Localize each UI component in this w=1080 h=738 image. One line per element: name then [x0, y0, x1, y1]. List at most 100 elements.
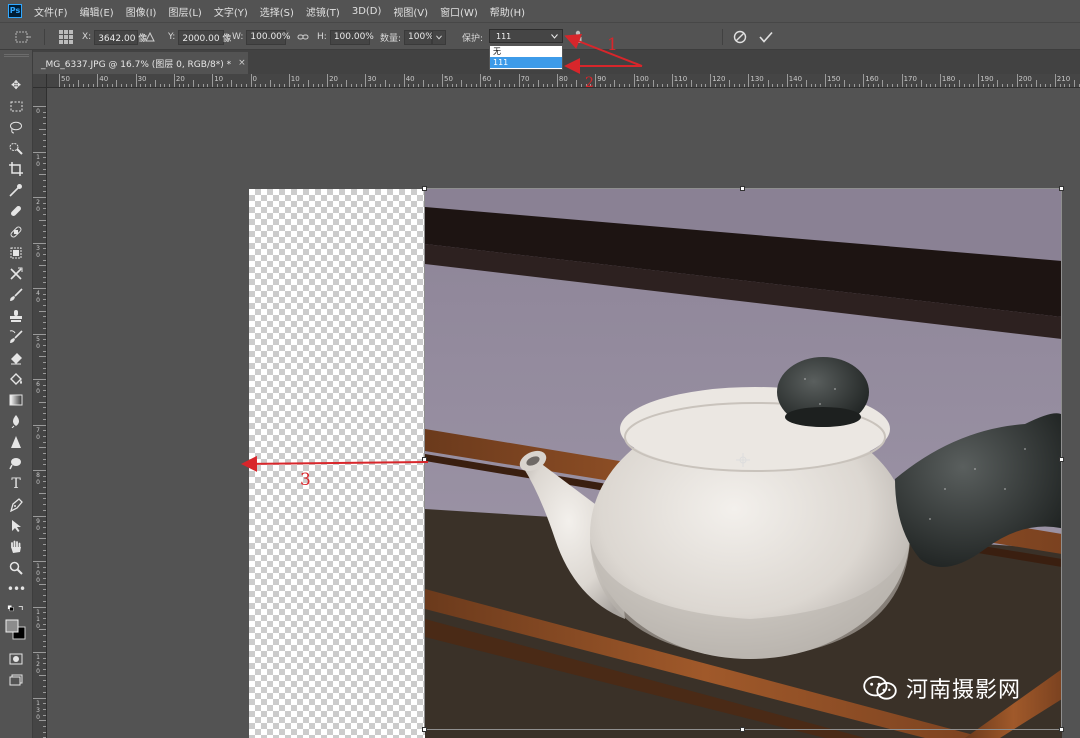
pen-icon[interactable] [7, 496, 25, 514]
document-canvas[interactable] [249, 189, 1062, 738]
commit-transform-button[interactable] [758, 29, 774, 45]
ps-logo-icon[interactable]: Ps [8, 4, 22, 18]
ruler-label: 120 [712, 75, 726, 83]
move-icon[interactable]: ✥ [7, 76, 25, 94]
menu-type[interactable]: 文字(Y) [214, 4, 248, 19]
menu-help[interactable]: 帮助(H) [490, 4, 525, 19]
healing-brush-icon[interactable] [7, 202, 25, 220]
ruler-minor-tick [432, 84, 434, 87]
menu-layer[interactable]: 图层(L) [168, 4, 201, 19]
path-select-icon[interactable] [7, 517, 25, 535]
menu-filter[interactable]: 滤镜(T) [306, 4, 340, 19]
toolbar-grip[interactable] [4, 54, 29, 57]
dodge-icon[interactable] [7, 454, 25, 472]
red-eye-icon[interactable] [7, 265, 25, 283]
sharpen-icon[interactable] [7, 433, 25, 451]
reference-point-locator[interactable] [58, 29, 74, 45]
horizontal-ruler[interactable]: 50 40 30 20 10 0 10 20 30 40 50 60 70 80 90 100 110 120 13… [47, 74, 1080, 88]
history-brush-icon[interactable] [7, 328, 25, 346]
document-tab[interactable]: _MG_6337.JPG @ 16.7% (图层 0, RGB/8*) * × [33, 52, 248, 74]
ruler-minor-tick [892, 84, 894, 87]
amount-dropdown-button[interactable] [432, 29, 447, 45]
swap-colors-icon[interactable] [7, 601, 25, 619]
ruler-tick [825, 74, 826, 87]
transform-handle-bottom-left[interactable] [422, 727, 427, 732]
content-aware-move-icon[interactable] [7, 244, 25, 262]
cancel-transform-button[interactable] [733, 29, 747, 45]
tool-preset-picker[interactable] [14, 29, 32, 45]
hand-icon[interactable] [7, 538, 25, 556]
w-field[interactable]: 100.00% [246, 29, 290, 45]
amount-field[interactable]: 100% [404, 29, 434, 45]
paint-bucket-icon[interactable] [7, 370, 25, 388]
ruler-minor-tick [336, 84, 338, 87]
ruler-minor-tick [255, 84, 257, 87]
ruler-minor-tick [604, 84, 606, 87]
ruler-label: 10 [36, 153, 40, 168]
protect-option-none[interactable]: 无 [490, 46, 562, 57]
y-field[interactable]: 2000.00 像 [178, 29, 231, 45]
transform-handle-bottom[interactable] [740, 727, 745, 732]
blur-icon[interactable] [7, 412, 25, 430]
brush-icon[interactable] [7, 286, 25, 304]
ruler-minor-tick [437, 84, 439, 87]
ruler-minor-tick [427, 84, 429, 87]
color-swatches[interactable] [4, 618, 28, 642]
ruler-tick [288, 74, 290, 87]
ruler-minor-tick [43, 344, 46, 346]
transform-handle-left[interactable] [422, 457, 427, 462]
ruler-minor-tick [915, 84, 917, 87]
h-field[interactable]: 100.00% [329, 29, 374, 45]
patch-icon[interactable] [7, 223, 25, 241]
transform-handle-top-left[interactable] [422, 186, 427, 191]
menu-file[interactable]: 文件(F) [34, 4, 68, 19]
ruler-tick [33, 606, 46, 608]
canvas-workspace[interactable] [48, 89, 1080, 738]
ruler-minor-tick [1059, 84, 1061, 87]
ruler-minor-tick [561, 84, 563, 87]
transform-handle-top[interactable] [740, 186, 745, 191]
ruler-label: 120 [36, 654, 40, 675]
clone-stamp-icon[interactable] [7, 307, 25, 325]
ruler-minor-tick [801, 84, 803, 87]
transform-handle-top-right[interactable] [1059, 186, 1064, 191]
transform-handle-bottom-right[interactable] [1059, 727, 1064, 732]
quick-mask-icon[interactable] [7, 650, 25, 668]
marquee-icon[interactable] [7, 97, 25, 115]
close-icon[interactable]: × [238, 58, 246, 68]
transform-center-icon[interactable] [736, 453, 750, 467]
menu-edit[interactable]: 编辑(E) [80, 4, 114, 19]
ruler-minor-tick [331, 84, 333, 87]
menu-window[interactable]: 窗口(W) [440, 4, 478, 19]
transform-handle-right[interactable] [1059, 457, 1064, 462]
x-field[interactable]: 3642.00 像 [94, 29, 147, 45]
menu-select[interactable]: 选择(S) [260, 4, 294, 19]
vertical-ruler[interactable]: 0 10 20 30 40 50 60 70 80 90 100 110 120 130 [33, 88, 47, 738]
type-icon[interactable]: T [7, 475, 25, 493]
zoom-icon[interactable] [7, 559, 25, 577]
lasso-icon[interactable] [7, 118, 25, 136]
menu-view[interactable]: 视图(V) [393, 4, 428, 19]
ruler-minor-tick [221, 84, 223, 87]
ruler-minor-tick [145, 84, 147, 87]
ruler-minor-tick [485, 84, 487, 87]
menu-3d[interactable]: 3D(D) [352, 6, 382, 17]
menu-image[interactable]: 图像(I) [126, 4, 157, 19]
chevron-down-icon [551, 33, 558, 39]
more-tools-icon[interactable]: ••• [7, 580, 26, 598]
quick-select-icon[interactable] [7, 139, 25, 157]
protect-select[interactable]: 111 [489, 29, 563, 43]
crop-icon[interactable] [7, 160, 25, 178]
link-aspect-button[interactable] [297, 29, 309, 45]
relative-position-toggle[interactable] [145, 29, 155, 45]
screen-mode-icon[interactable] [7, 671, 25, 689]
eyedropper-icon[interactable] [7, 181, 25, 199]
ruler-minor-tick [43, 663, 46, 665]
protect-option-111[interactable]: 111 [490, 57, 562, 68]
gradient-icon[interactable] [7, 391, 25, 409]
eraser-icon[interactable] [7, 349, 25, 367]
ruler-tick [671, 74, 673, 87]
ruler-minor-tick [1045, 84, 1047, 87]
ruler-origin[interactable] [33, 74, 47, 88]
protect-skin-tones-toggle[interactable] [573, 29, 583, 45]
